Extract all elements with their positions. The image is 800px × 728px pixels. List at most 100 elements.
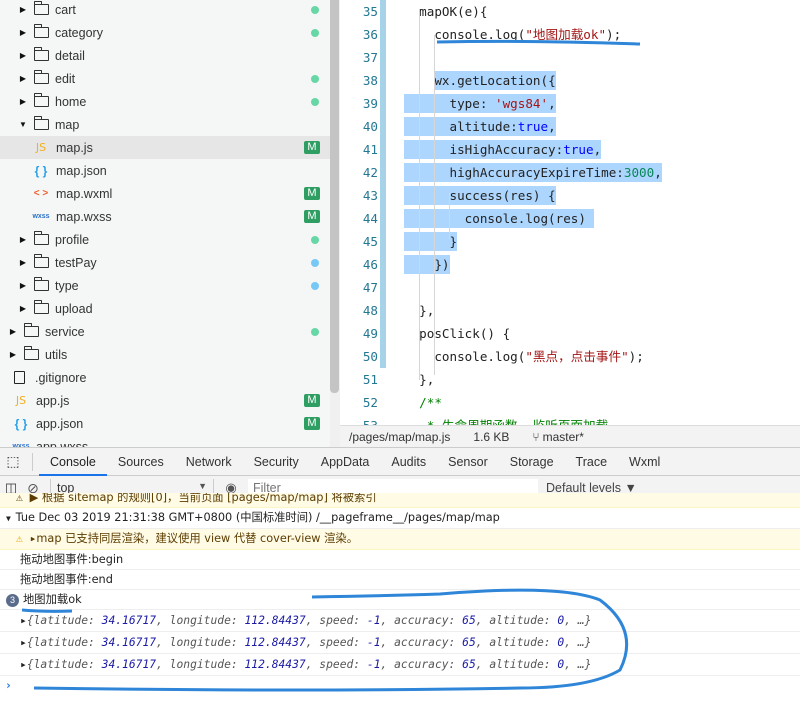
tree-item-label: map.js [56, 140, 93, 155]
caret-right-icon[interactable]: ▶ [18, 51, 28, 60]
inspect-element-icon[interactable]: ⬚ [0, 453, 26, 470]
caret-right-icon[interactable]: ▶ [8, 350, 18, 359]
branch-name: master* [542, 429, 584, 444]
modified-badge: M [304, 210, 320, 223]
indent-guide [434, 35, 435, 375]
caret-right-icon[interactable]: ▶ [18, 5, 28, 14]
tree-item-app-js[interactable]: JS app.js M [0, 389, 330, 412]
line-number: 37 [362, 50, 378, 65]
caret-down-icon[interactable]: ▼ [6, 514, 16, 523]
tree-item-detail[interactable]: ▶ detail [0, 44, 330, 67]
tree-item-label: service [45, 324, 85, 339]
console-object: ▸{latitude: 34.16717, longitude: 112.844… [0, 632, 800, 654]
modified-gutter-marker [380, 230, 386, 253]
code-editor[interactable]: 35 mapOK(e){36 console.log("地图加载ok"); 37 3… [340, 0, 800, 425]
code-token: isHighAccuracy: [404, 142, 564, 157]
tree-item-edit[interactable]: ▶ edit [0, 67, 330, 90]
code-token: "黑点，点击事件" [525, 349, 629, 364]
caret-right-icon[interactable]: ▶ [18, 304, 28, 313]
caret-right-icon[interactable]: ▸ [20, 636, 27, 649]
tree-item-gitignore[interactable]: .gitignore [0, 366, 330, 389]
code-token: 'wgs84' [495, 96, 549, 111]
git-status-dot [311, 258, 319, 267]
tree-item-label: edit [55, 71, 76, 86]
prompt-icon[interactable]: › [5, 679, 12, 692]
modified-gutter-marker [380, 253, 386, 276]
modified-badge: M [304, 141, 320, 154]
tree-item-label: .gitignore [35, 370, 87, 385]
code-token: true [563, 142, 594, 157]
devtools-tabs: ⬚ Console Sources Network Security AppData Au… [0, 447, 800, 476]
file-tree-scrollbar-thumb[interactable] [330, 0, 339, 393]
tree-item-utils[interactable]: ▶ utils [0, 343, 330, 366]
tab-trace[interactable]: Trace [565, 448, 619, 476]
tree-item-map-json[interactable]: { } map.json [0, 159, 330, 182]
tree-item-type[interactable]: ▶ type [0, 274, 330, 297]
js-file-icon: JS [35, 141, 47, 154]
value-accuracy: 65 [462, 658, 476, 671]
tab-wxml[interactable]: Wxml [618, 448, 671, 476]
code-token: console.log( [404, 27, 526, 42]
git-status-dot [311, 5, 319, 14]
tree-item-label: category [55, 25, 103, 40]
caret-right-icon[interactable]: ▸ [20, 614, 27, 627]
console-log-repeated: 3 地图加载ok [0, 590, 800, 610]
tree-item-label: app.js [36, 393, 70, 408]
git-branch-icon: ⑂ [532, 429, 540, 444]
tab-sources[interactable]: Sources [107, 448, 175, 476]
selection-highlight: console.log(res) [404, 209, 594, 228]
git-branch[interactable]: ⑂ master* [532, 430, 584, 444]
code-text: type: 'wgs84', [404, 92, 556, 115]
caret-right-icon[interactable]: ▶ [18, 28, 28, 37]
tab-network[interactable]: Network [175, 448, 243, 476]
console-object: ▸{latitude: 34.16717, longitude: 112.844… [0, 610, 800, 632]
tree-item-service[interactable]: ▶ service [0, 320, 330, 343]
tree-item-map-wxss[interactable]: wxss map.wxss M [0, 205, 330, 228]
modified-gutter-marker [380, 115, 386, 138]
value-latitude: 34.16717 [101, 614, 157, 627]
tab-storage[interactable]: Storage [499, 448, 565, 476]
tree-item-label: app.json [36, 416, 84, 431]
code-token: true [517, 119, 549, 134]
line-number: 52 [362, 395, 378, 410]
tree-item-map-wxml[interactable]: < > map.wxml M [0, 182, 330, 205]
line-number: 51 [362, 372, 378, 387]
tree-item-app-wxss[interactable]: wxss app.wxss [0, 435, 330, 448]
modified-gutter-marker [380, 299, 386, 322]
value-speed: -1 [366, 614, 381, 627]
value-accuracy: 65 [462, 614, 476, 627]
tree-item-cart[interactable]: ▶ cart [0, 0, 330, 21]
tab-appdata[interactable]: AppData [310, 448, 381, 476]
value-altitude: 0 [557, 614, 565, 627]
indent-guide [449, 193, 450, 239]
code-token: "地图加载ok" [525, 27, 607, 42]
caret-right-icon[interactable]: ▶ [18, 97, 28, 106]
tree-item-testPay[interactable]: ▶ testPay [0, 251, 330, 274]
caret-right-icon[interactable]: ▶ [18, 235, 28, 244]
caret-right-icon[interactable]: ▶ [18, 74, 28, 83]
tab-console[interactable]: Console [39, 448, 107, 476]
tab-sensor[interactable]: Sensor [437, 448, 499, 476]
caret-right-icon[interactable]: ▸ [20, 658, 27, 671]
tree-item-map[interactable]: ▼ map [0, 113, 330, 136]
caret-right-icon[interactable]: ▶ [18, 258, 28, 267]
tree-item-map-js[interactable]: JS map.js M [0, 136, 330, 159]
tab-security[interactable]: Security [243, 448, 310, 476]
caret-right-icon[interactable]: ▶ [18, 281, 28, 290]
line-number: 47 [362, 280, 378, 295]
tree-item-app-json[interactable]: { } app.json M [0, 412, 330, 435]
json-file-icon: { } [34, 163, 48, 178]
line-number: 36 [362, 27, 378, 42]
tree-item-home[interactable]: ▶ home [0, 90, 330, 113]
value-latitude: 34.16717 [101, 636, 157, 649]
tree-item-label: upload [55, 301, 93, 316]
js-file-icon: JS [15, 394, 27, 407]
value-speed: -1 [366, 658, 381, 671]
caret-right-icon[interactable]: ▶ [8, 327, 18, 336]
tree-item-profile[interactable]: ▶ profile [0, 228, 330, 251]
caret-down-icon[interactable]: ▼ [18, 120, 28, 129]
selection-highlight: success(res) { [404, 186, 556, 205]
tab-audits[interactable]: Audits [380, 448, 437, 476]
tree-item-upload[interactable]: ▶ upload [0, 297, 330, 320]
tree-item-category[interactable]: ▶ category [0, 21, 330, 44]
